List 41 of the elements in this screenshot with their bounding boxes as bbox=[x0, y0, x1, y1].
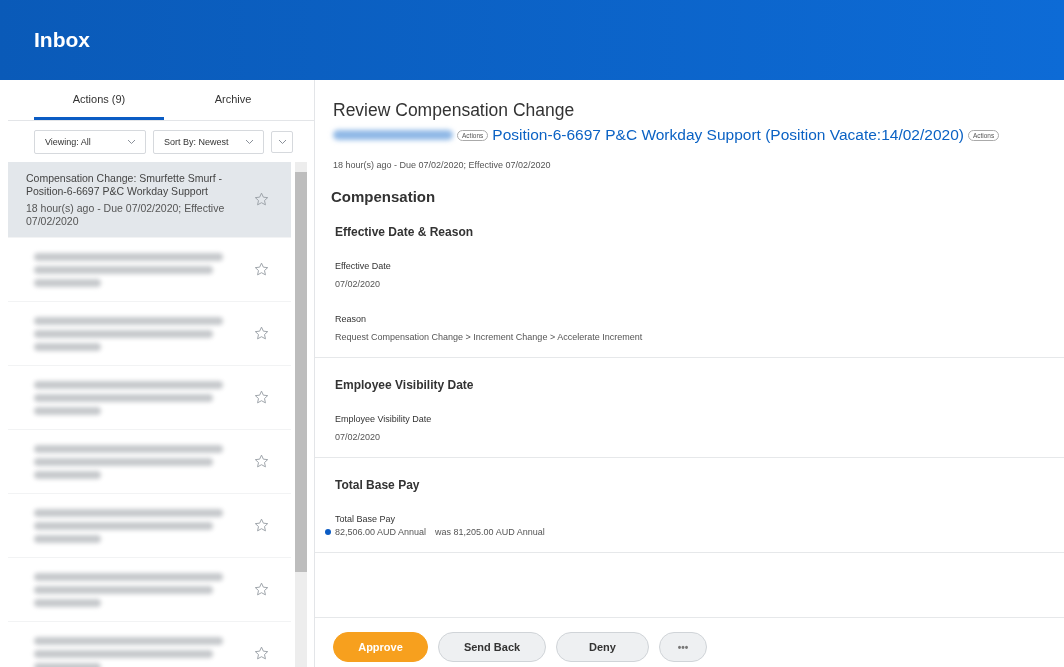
star-icon[interactable] bbox=[254, 646, 269, 661]
filter-dropdown[interactable]: Viewing: All bbox=[34, 130, 146, 154]
change-dot-icon bbox=[325, 529, 331, 535]
chevron-down-icon bbox=[277, 139, 287, 145]
more-button[interactable]: ••• bbox=[659, 632, 707, 662]
action-button[interactable]: Send Back bbox=[438, 632, 546, 662]
field-label: Total Base Pay bbox=[335, 514, 397, 524]
section-heading: Compensation bbox=[331, 188, 437, 205]
section-title: Total Base Pay bbox=[335, 478, 421, 492]
star-icon[interactable] bbox=[254, 454, 269, 469]
field-value: 07/02/2020 bbox=[335, 279, 381, 289]
star-icon[interactable] bbox=[254, 582, 269, 597]
review-title: Review Compensation Change bbox=[333, 100, 576, 121]
field-value: 07/02/2020 bbox=[335, 432, 381, 442]
field-label: Employee Visibility Date bbox=[335, 414, 433, 424]
star-icon[interactable] bbox=[254, 326, 269, 341]
item-title: Compensation Change: Smurfette Smurf - Position-6-6697 P&C Workday Support bbox=[26, 171, 224, 198]
scrollbar[interactable] bbox=[295, 162, 307, 667]
position-link[interactable]: Position-6-6697 P&C Workday Support (Position Vacate:14/02/2020) bbox=[492, 126, 964, 144]
action-button[interactable]: Deny bbox=[556, 632, 649, 662]
star-icon[interactable] bbox=[254, 262, 269, 277]
expand-button[interactable] bbox=[271, 131, 293, 153]
star-icon[interactable] bbox=[254, 192, 269, 207]
field-label: Effective Date bbox=[335, 261, 392, 271]
chevron-down-icon bbox=[245, 139, 254, 145]
star-icon[interactable] bbox=[254, 518, 269, 533]
star-icon[interactable] bbox=[254, 390, 269, 405]
previous-value: was 81,205.00 AUD Annual bbox=[435, 527, 545, 537]
tab[interactable]: Archive bbox=[168, 80, 298, 120]
tab[interactable]: Actions (9) bbox=[34, 80, 164, 120]
field-label: Reason bbox=[335, 314, 368, 324]
field-value: 82,506.00 AUD Annual bbox=[335, 527, 427, 537]
section-title: Effective Date & Reason bbox=[335, 225, 475, 239]
item-meta: 18 hour(s) ago - Due 07/02/2020; Effective 07/02/2020 bbox=[26, 201, 226, 228]
section-title: Employee Visibility Date bbox=[335, 378, 475, 392]
filter-dropdown[interactable]: Sort By: Newest bbox=[153, 130, 264, 154]
field-value: Request Compensation Change > Increment Change > Accelerate Increment bbox=[335, 332, 643, 342]
inbox-item[interactable]: Compensation Change: Smurfette Smurf - Position-6-6697 P&C Workday Support 18 hour(s) ago - Due 07/02/2020; Effective 07/02/2020 bbox=[8, 162, 291, 238]
page-title: Inbox bbox=[34, 28, 90, 52]
due-meta: 18 hour(s) ago - Due 07/02/2020; Effective 07/02/2020 bbox=[333, 160, 552, 170]
chevron-down-icon bbox=[127, 139, 136, 145]
